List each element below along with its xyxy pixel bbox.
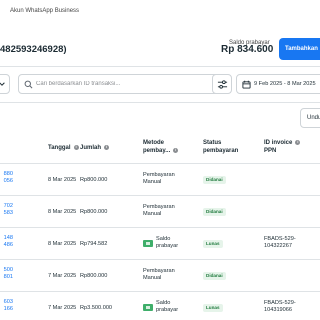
search-icon <box>24 80 33 89</box>
table-row[interactable]: 603 166 7 Mar 2025 Rp3.500.000 Saldo prabayar… <box>0 292 320 320</box>
table-row[interactable]: 500 801 7 Mar 2025 Rp800.000 Pembayaran Manua… <box>0 260 320 292</box>
add-funds-button[interactable]: Tambahkan <box>279 38 320 60</box>
row-date: 7 Mar 2025 <box>48 305 77 311</box>
status-badge: Didanai <box>203 176 226 184</box>
row-amount: Rp800.000 <box>80 273 108 279</box>
table-row[interactable]: 702 583 8 Mar 2025 Rp800.000 Pembayaran Manua… <box>0 196 320 228</box>
row-date: 8 Mar 2025 <box>48 177 77 183</box>
table-row[interactable]: 148 486 8 Mar 2025 Rp794.582 Saldo prabayar Lu… <box>0 228 320 260</box>
filter-button[interactable] <box>212 74 232 94</box>
transaction-id-link[interactable]: 148 486 <box>4 235 13 249</box>
status-badge: Didanai <box>203 272 226 280</box>
breadcrumb[interactable]: Akun WhatsApp Business <box>10 8 79 14</box>
row-invoice-id: FBADS-529- 104319066 <box>264 300 296 313</box>
transaction-id-link[interactable]: 500 801 <box>4 267 13 281</box>
row-payment-method: Pembayaran Manual <box>143 268 175 281</box>
row-date: 7 Mar 2025 <box>48 273 77 279</box>
row-amount: Rp800.000 <box>80 177 108 183</box>
calendar-icon <box>242 80 251 89</box>
row-date: 8 Mar 2025 <box>48 241 77 247</box>
transaction-id-link[interactable]: 880 056 <box>4 171 13 185</box>
info-icon[interactable]: i <box>173 147 179 153</box>
account-id-title: 482593246928) <box>0 44 67 55</box>
search-input[interactable] <box>36 77 226 91</box>
status-badge: Lunas <box>203 304 223 312</box>
transaction-id-link[interactable]: 702 583 <box>4 203 13 217</box>
balance-value: Rp 834.600 <box>221 44 274 55</box>
column-date[interactable]: Tanggal i <box>48 145 79 153</box>
date-range-label: 9 Feb 2025 - 8 Mar 2025 <box>254 81 316 87</box>
info-icon[interactable]: i <box>73 145 79 150</box>
column-method[interactable]: Metode pembay... i <box>143 140 179 155</box>
divider <box>0 66 320 67</box>
row-amount: Rp800.000 <box>80 209 108 215</box>
row-invoice-id: FBADS-529- 104322267 <box>264 236 296 249</box>
column-status[interactable]: Status pembayaran <box>203 140 238 155</box>
row-payment-method: Pembayaran Manual <box>143 172 175 185</box>
row-payment-method: Pembayaran Manual <box>143 204 175 217</box>
chevron-down-icon <box>0 82 5 86</box>
status-badge: Lunas <box>203 240 223 248</box>
download-button[interactable]: Undu <box>300 108 320 128</box>
table-header: Tanggal i Jumlah i Metode pembay... i Statu… <box>0 137 320 163</box>
row-payment-method: Saldo prabayar <box>143 236 178 250</box>
credit-card-icon <box>143 303 153 311</box>
row-amount: Rp794.582 <box>80 241 108 247</box>
divider <box>0 102 320 103</box>
sliders-icon <box>217 80 228 89</box>
row-date: 8 Mar 2025 <box>48 209 77 215</box>
date-range-picker[interactable]: 9 Feb 2025 - 8 Mar 2025 <box>236 74 320 94</box>
transaction-id-link[interactable]: 603 166 <box>4 299 13 313</box>
status-badge: Didanai <box>203 208 226 216</box>
table-row[interactable]: 880 056 8 Mar 2025 Rp800.000 Pembayaran Manua… <box>0 164 320 196</box>
info-icon[interactable]: i <box>104 145 110 150</box>
search-box[interactable] <box>18 74 231 94</box>
info-icon[interactable]: i <box>295 140 301 145</box>
credit-card-icon <box>143 239 153 247</box>
column-invoice[interactable]: ID invoice i PPN <box>264 140 301 155</box>
column-amount[interactable]: Jumlah i <box>80 145 110 153</box>
filter-dropdown[interactable] <box>0 74 10 94</box>
billing-page: Akun WhatsApp Business 482593246928) Sal… <box>0 0 320 320</box>
row-amount: Rp3.500.000 <box>80 305 113 311</box>
row-payment-method: Saldo prabayar <box>143 300 178 314</box>
